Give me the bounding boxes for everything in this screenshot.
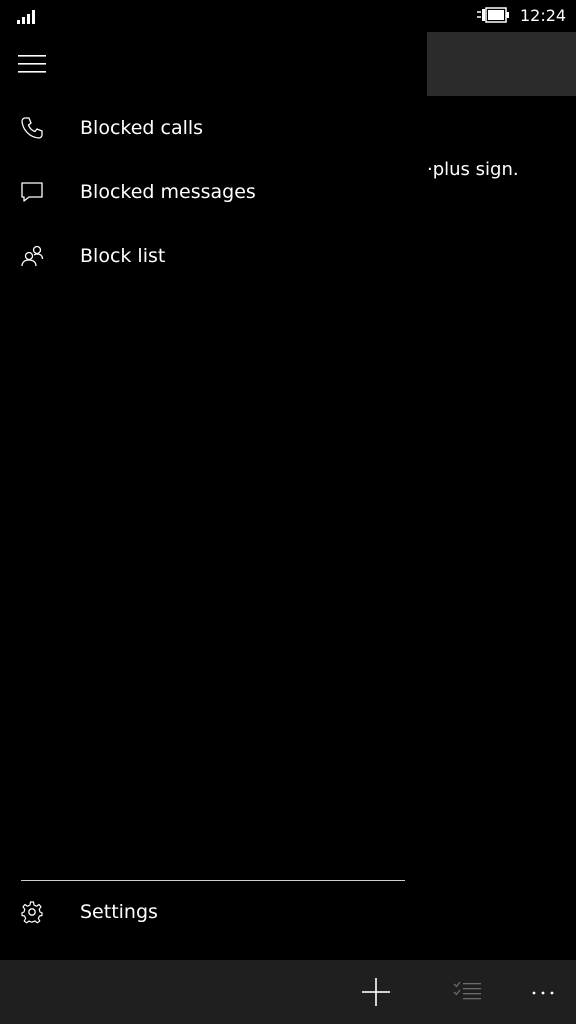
add-icon xyxy=(362,978,390,1006)
nav-item-label: Blocked calls xyxy=(80,117,204,139)
hamburger-menu-button[interactable] xyxy=(0,32,64,96)
hamburger-icon xyxy=(18,55,46,73)
select-button[interactable] xyxy=(435,960,499,1024)
nav-item-label: Block list xyxy=(80,245,166,267)
nav-item-block-list[interactable]: Block list xyxy=(0,224,427,288)
nav-item-blocked-messages[interactable]: Blocked messages xyxy=(0,160,427,224)
page-header-box xyxy=(427,32,576,96)
nav-item-settings[interactable]: Settings xyxy=(0,880,427,944)
app-screen: 12:24 ·plus sign. Blocked calls Blocked … xyxy=(0,0,576,1024)
message-icon xyxy=(21,182,43,202)
app-bar xyxy=(0,960,576,1024)
more-button[interactable] xyxy=(512,960,576,1024)
signal-icon xyxy=(17,10,35,24)
nav-item-label: Blocked messages xyxy=(80,181,256,203)
more-icon xyxy=(532,991,554,995)
select-list-icon xyxy=(453,981,481,1000)
status-bar: 12:24 xyxy=(0,0,576,32)
add-button[interactable] xyxy=(344,960,408,1024)
people-icon xyxy=(21,245,44,267)
navigation-pane: Blocked calls Blocked messages Block lis… xyxy=(0,32,427,960)
status-time: 12:24 xyxy=(520,6,567,25)
battery-charging-icon xyxy=(477,7,509,23)
nav-item-label: Settings xyxy=(80,901,158,923)
phone-icon xyxy=(21,117,43,139)
page-hint-text: ·plus sign. xyxy=(427,159,519,180)
nav-item-blocked-calls[interactable]: Blocked calls xyxy=(0,96,427,160)
gear-icon xyxy=(21,901,43,924)
